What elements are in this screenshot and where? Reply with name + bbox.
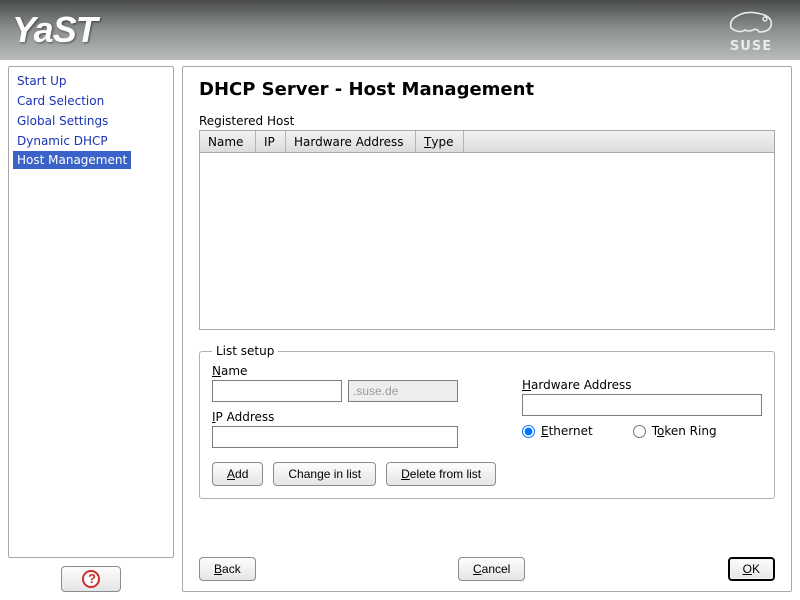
back-button[interactable]: Back — [199, 557, 256, 581]
radio-token-ring[interactable]: Token Ring — [633, 424, 717, 438]
ip-address-label: IP Address — [212, 410, 492, 424]
table-header: Name IP Hardware Address Type — [200, 131, 774, 153]
col-hardware-address[interactable]: Hardware Address — [286, 131, 416, 152]
sidebar-item-global-settings[interactable]: Global Settings — [9, 111, 173, 131]
radio-token-ring-input[interactable] — [633, 425, 646, 438]
col-ip[interactable]: IP — [256, 131, 286, 152]
add-button[interactable]: Add — [212, 462, 263, 486]
name-field[interactable] — [212, 380, 342, 402]
registered-host-table[interactable]: Name IP Hardware Address Type — [199, 130, 775, 330]
yast-logo: YaST — [12, 9, 97, 51]
help-icon — [82, 570, 100, 588]
delete-from-list-button[interactable]: Delete from list — [386, 462, 496, 486]
page-title: DHCP Server - Host Management — [199, 79, 775, 100]
header-banner: YaST SUSE — [0, 0, 800, 60]
sidebar-item-card-selection[interactable]: Card Selection — [9, 91, 173, 111]
gecko-icon — [727, 8, 775, 38]
list-setup-group: List setup Name IP Address Hardware Addr… — [199, 344, 775, 499]
registered-host-label: Registered Host — [199, 114, 775, 128]
hardware-address-field[interactable] — [522, 394, 762, 416]
ok-button[interactable]: OK — [728, 557, 775, 581]
wizard-button-row: Back Cancel OK — [199, 549, 775, 581]
sidebar-item-dynamic-dhcp[interactable]: Dynamic DHCP — [9, 131, 173, 151]
cancel-button[interactable]: Cancel — [458, 557, 525, 581]
sidebar-item-host-management[interactable]: Host Management — [13, 151, 131, 169]
wizard-steps-sidebar: Start Up Card Selection Global Settings … — [8, 66, 174, 558]
help-button[interactable] — [61, 566, 121, 592]
ip-address-field[interactable] — [212, 426, 458, 448]
sidebar-item-startup[interactable]: Start Up — [9, 71, 173, 91]
radio-ethernet[interactable]: Ethernet — [522, 424, 593, 438]
list-setup-legend: List setup — [212, 344, 278, 358]
main-panel: DHCP Server - Host Management Registered… — [182, 66, 792, 592]
suse-logo: SUSE — [716, 8, 786, 54]
col-name[interactable]: Name — [200, 131, 256, 152]
hardware-address-label: Hardware Address — [522, 378, 762, 392]
radio-ethernet-input[interactable] — [522, 425, 535, 438]
col-type[interactable]: Type — [416, 131, 464, 152]
domain-suffix-field — [348, 380, 458, 402]
col-spacer — [464, 131, 774, 152]
change-in-list-button[interactable]: Change in list — [273, 462, 376, 486]
name-label: Name — [212, 364, 492, 378]
